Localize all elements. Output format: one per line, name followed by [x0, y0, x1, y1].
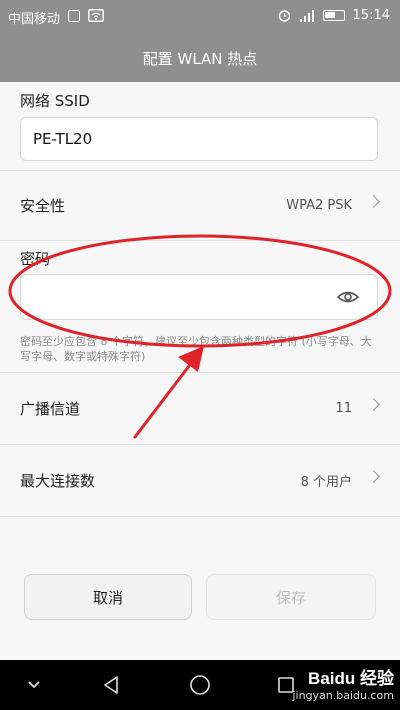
max-connections-label: 最大连接数 [20, 471, 96, 490]
watermark-brand: Baidu 经验 [308, 669, 394, 688]
page-title: 配置 WLAN 热点 [142, 49, 258, 68]
wifi-icon [88, 9, 105, 22]
battery-icon [322, 10, 345, 21]
channel-value: 11 [335, 400, 352, 416]
status-bar: 中国移动 15:14 [0, 0, 400, 34]
home-icon [190, 675, 210, 695]
channel-row[interactable]: 广播信道 11 [0, 373, 400, 443]
image-icon [68, 10, 80, 22]
hide-nav-button[interactable] [14, 660, 54, 710]
password-label: 密码 [20, 250, 51, 268]
ssid-value: PE-TL20 [33, 130, 93, 148]
max-connections-row[interactable]: 最大连接数 8 个用户 [0, 445, 400, 515]
password-hint: 密码至少应包含 8 个字符，建议至少包含两种类型的字符 (小写字母、大写字母、数… [20, 335, 372, 363]
eye-icon[interactable] [337, 289, 359, 305]
signal-icon [299, 9, 314, 22]
chevron-right-icon [367, 470, 380, 483]
title-bar: 配置 WLAN 热点 [0, 34, 400, 82]
save-button[interactable]: 保存 [206, 574, 376, 620]
chevron-down-icon [28, 681, 40, 689]
status-icons-right: 15:14 [278, 8, 390, 23]
ssid-label: 网络 SSID [20, 92, 90, 110]
alarm-icon [278, 10, 290, 22]
divider [0, 516, 400, 517]
chevron-right-icon [367, 195, 380, 208]
security-label: 安全性 [20, 196, 66, 215]
password-input[interactable] [20, 274, 378, 320]
back-button[interactable] [90, 660, 134, 710]
chevron-right-icon [367, 398, 380, 411]
max-connections-value: 8 个用户 [300, 474, 352, 490]
ssid-input[interactable]: PE-TL20 [20, 117, 378, 161]
status-time: 15:14 [352, 8, 390, 23]
channel-label: 广播信道 [20, 399, 81, 418]
security-row[interactable]: 安全性 WPA2 PSK [0, 170, 400, 240]
navigation-bar: Baidu 经验 jingyan.baidu.com [0, 660, 400, 710]
cancel-button[interactable]: 取消 [24, 574, 192, 620]
security-value: WPA2 PSK [286, 197, 352, 213]
hotspot-config-form: 网络 SSID PE-TL20 安全性 WPA2 PSK 密码 密码至少应包含 … [0, 82, 400, 660]
divider [0, 240, 400, 241]
status-icons-left [68, 9, 105, 25]
watermark-url: jingyan.baidu.com [292, 689, 394, 702]
back-icon [104, 676, 118, 694]
carrier-name: 中国移动 [8, 12, 61, 27]
home-button[interactable] [178, 660, 222, 710]
baidu-jingyan-watermark: Baidu 经验 jingyan.baidu.com [292, 664, 394, 702]
